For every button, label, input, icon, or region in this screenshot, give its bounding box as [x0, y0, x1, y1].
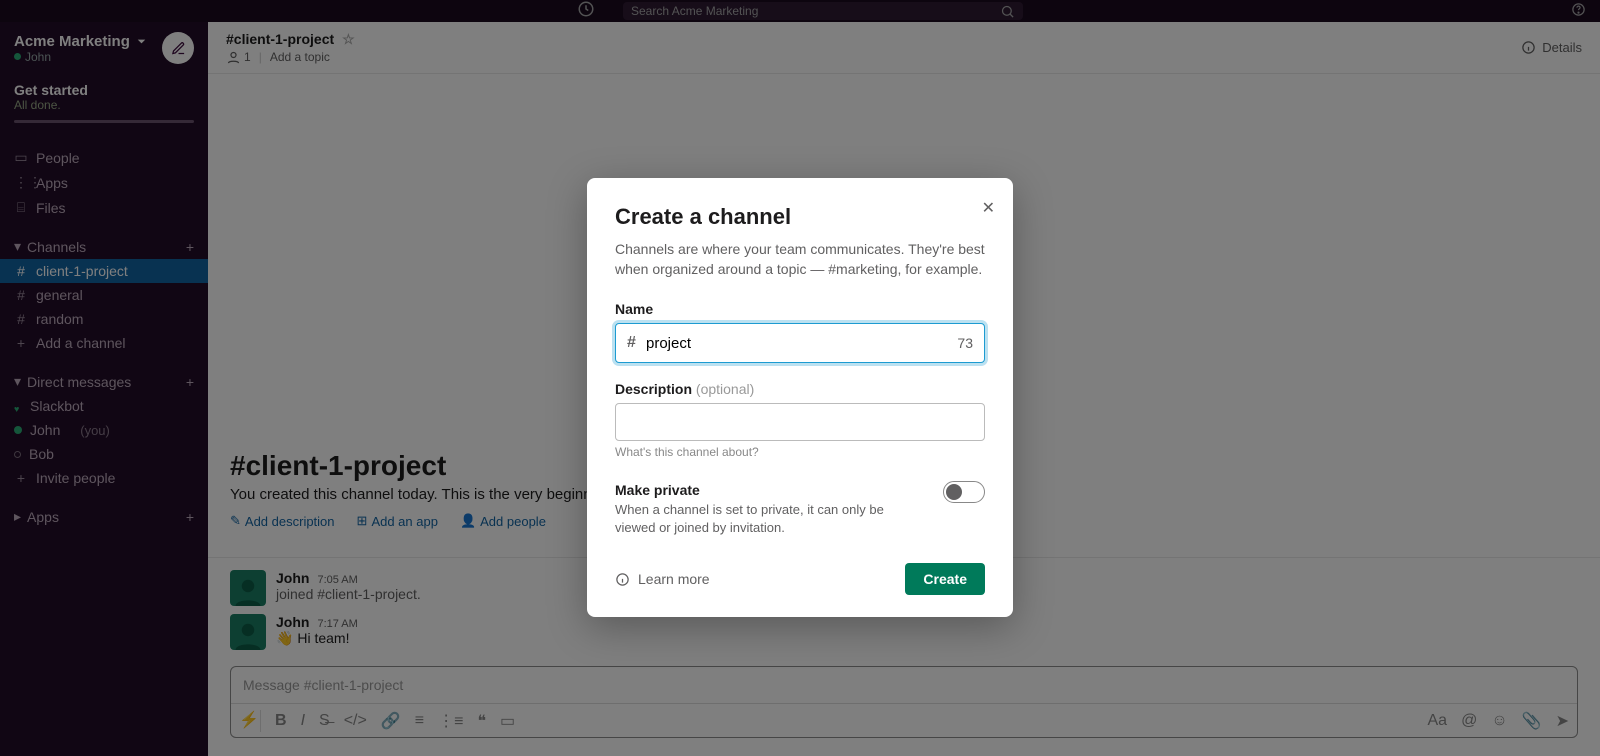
name-label: Name [615, 301, 985, 317]
channel-description-input[interactable] [615, 403, 985, 441]
info-icon [615, 572, 630, 587]
private-toggle[interactable] [943, 481, 985, 503]
description-hint: What's this channel about? [615, 445, 985, 459]
description-label: Description (optional) [615, 381, 985, 397]
char-count: 73 [957, 335, 973, 351]
learn-more-link[interactable]: Learn more [615, 571, 710, 587]
close-icon[interactable]: ✕ [982, 198, 995, 218]
private-label: Make private [615, 482, 700, 498]
private-desc: When a channel is set to private, it can… [615, 502, 884, 535]
create-channel-modal: ✕ Create a channel Channels are where yo… [587, 178, 1013, 617]
channel-name-input[interactable] [615, 323, 985, 363]
create-button[interactable]: Create [905, 563, 985, 595]
hash-icon: # [627, 334, 636, 352]
modal-title: Create a channel [615, 204, 985, 230]
modal-description: Channels are where your team communicate… [615, 240, 985, 279]
